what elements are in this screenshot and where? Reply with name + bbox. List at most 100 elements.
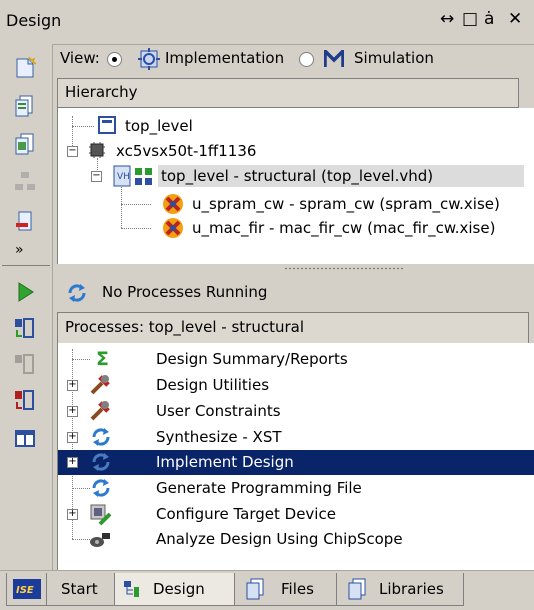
left-toolbar: »: [0, 44, 53, 570]
process-label: Design Utilities: [156, 376, 270, 394]
hierarchy-item-label: xc5vsx50t-1ff1136: [116, 142, 257, 160]
chevron-down-icon[interactable]: »: [15, 242, 24, 258]
processes-tree: Σ Design Summary/Reports + Design Utilit…: [57, 343, 534, 570]
tree-line: [72, 359, 90, 360]
tab-design[interactable]: Design: [114, 573, 236, 606]
process-configure-target-device[interactable]: + Configure Target Device: [58, 502, 534, 527]
refresh-icon: [92, 428, 110, 446]
process-design-utilities[interactable]: + Design Utilities: [58, 373, 534, 398]
target-device-icon: [90, 504, 112, 526]
svg-text:VH: VH: [117, 172, 130, 182]
hierarchy-item-spram[interactable]: u_spram_cw - spram_cw (spram_cw.xise): [58, 193, 534, 215]
tab-libraries[interactable]: Libraries: [336, 573, 464, 606]
sysgen-core-icon: [163, 194, 183, 214]
hierarchy-item-top-level[interactable]: top_level: [58, 115, 534, 137]
processes-header-label: Processes: top_level - structural: [65, 318, 304, 336]
refresh-icon: [92, 479, 110, 497]
hierarchy-item-top-module[interactable]: − VH top_level - structural (top_level.v…: [58, 165, 534, 187]
panel-title: Design: [6, 11, 62, 30]
hierarchy-header[interactable]: Hierarchy: [57, 78, 519, 108]
hierarchy-item-label: u_mac_fir - mac_fir_cw (mac_fir_cw.xise): [192, 219, 496, 237]
design-hierarchy-icon: [124, 581, 139, 597]
run-icon[interactable]: [13, 280, 37, 304]
tree-line: [72, 488, 90, 489]
process-generate-programming-file[interactable]: Generate Programming File: [58, 476, 534, 501]
hierarchy-tree: top_level − xc5vsx50t-1ff1136 − VH top_l…: [57, 108, 534, 264]
restore-icon[interactable]: ȧ: [484, 9, 494, 29]
refresh-icon: [92, 453, 110, 471]
rerun-all-icon[interactable]: [13, 352, 37, 376]
implementation-label[interactable]: Implementation: [165, 49, 284, 67]
hierarchy-item-label: top_level - structural (top_level.vhd): [161, 167, 434, 185]
refresh-icon: [68, 284, 86, 302]
hierarchy-item-device[interactable]: − xc5vsx50t-1ff1136: [58, 140, 534, 162]
process-label: User Constraints: [156, 402, 281, 420]
process-label: Synthesize - XST: [156, 428, 282, 446]
expand-toggle[interactable]: +: [67, 406, 78, 417]
new-source-icon[interactable]: [13, 56, 37, 80]
svg-text:ISE: ISE: [16, 585, 34, 596]
chip-icon: [89, 142, 105, 158]
process-implement-design[interactable]: + Implement Design: [58, 450, 534, 475]
collapse-toggle[interactable]: −: [91, 171, 102, 182]
expand-toggle[interactable]: +: [67, 457, 78, 468]
libraries-icon: [348, 578, 366, 600]
rerun-icon[interactable]: [13, 316, 37, 340]
processes-header[interactable]: Processes: top_level - structural: [57, 312, 529, 344]
process-label: Implement Design: [156, 453, 294, 471]
process-label: Generate Programming File: [156, 479, 362, 497]
tab-label: Libraries: [379, 580, 444, 598]
sigma-icon: Σ: [96, 348, 109, 370]
collapse-toggle[interactable]: −: [67, 146, 78, 157]
simulation-icon: [324, 50, 344, 67]
tab-ise[interactable]: ISE: [6, 573, 48, 606]
expand-toggle[interactable]: +: [67, 509, 78, 520]
process-label: Configure Target Device: [156, 505, 336, 523]
toolbar-divider: [2, 265, 50, 266]
maximize-icon[interactable]: □: [462, 9, 478, 29]
hierarchy-item-label: top_level: [125, 117, 193, 135]
document-icon: [98, 116, 116, 134]
float-icon[interactable]: ↔: [440, 9, 454, 29]
tab-label: Start: [61, 580, 98, 598]
remove-source-icon[interactable]: [13, 210, 37, 234]
vhdl-module-icon: VH: [113, 165, 152, 187]
bottom-tab-bar: ISE Start Design Files Libraries: [0, 570, 534, 610]
simulation-label[interactable]: Simulation: [354, 49, 434, 67]
panel-titlebar: Design ↔ □ ȧ ✕: [0, 0, 534, 45]
panel-view-icon[interactable]: [13, 426, 37, 450]
implementation-icon: [138, 48, 160, 70]
view-label: View:: [60, 49, 100, 67]
tools-icon: [90, 375, 110, 395]
view-selector: View: Implementation Simulation: [54, 44, 534, 76]
panel-splitter[interactable]: [54, 264, 534, 274]
process-user-constraints[interactable]: + User Constraints: [58, 399, 534, 424]
process-label: Design Summary/Reports: [156, 350, 348, 368]
files-icon: [246, 578, 264, 600]
splitter-grip[interactable]: [284, 267, 404, 270]
chipscope-icon: [90, 533, 110, 547]
tab-files[interactable]: Files: [234, 573, 338, 606]
process-synthesize[interactable]: + Synthesize - XST: [58, 425, 534, 450]
expand-toggle[interactable]: +: [67, 432, 78, 443]
tools-icon: [90, 401, 110, 421]
simulation-radio[interactable]: [299, 52, 314, 67]
hierarchy-header-label: Hierarchy: [65, 83, 138, 101]
hierarchy-item-label: u_spram_cw - spram_cw (spram_cw.xise): [192, 195, 500, 213]
hierarchy-item-mac-fir[interactable]: u_mac_fir - mac_fir_cw (mac_fir_cw.xise): [58, 217, 534, 239]
implementation-radio[interactable]: [107, 52, 122, 67]
process-analyze-chipscope[interactable]: Analyze Design Using ChipScope: [58, 527, 534, 552]
process-design-summary[interactable]: Σ Design Summary/Reports: [58, 347, 534, 372]
process-status-text: No Processes Running: [102, 283, 268, 301]
expand-toggle[interactable]: +: [67, 380, 78, 391]
tab-label: Design: [153, 580, 205, 598]
tab-start[interactable]: Start: [46, 573, 116, 606]
sysgen-core-icon: [163, 218, 183, 238]
add-source-icon[interactable]: [13, 94, 37, 118]
close-icon[interactable]: ✕: [508, 9, 522, 29]
stop-icon[interactable]: [13, 388, 37, 412]
open-hierarchy-icon[interactable]: [13, 170, 37, 194]
ise-logo-icon: ISE: [13, 579, 41, 599]
process-label: Analyze Design Using ChipScope: [156, 530, 403, 548]
add-copy-source-icon[interactable]: [13, 132, 37, 156]
